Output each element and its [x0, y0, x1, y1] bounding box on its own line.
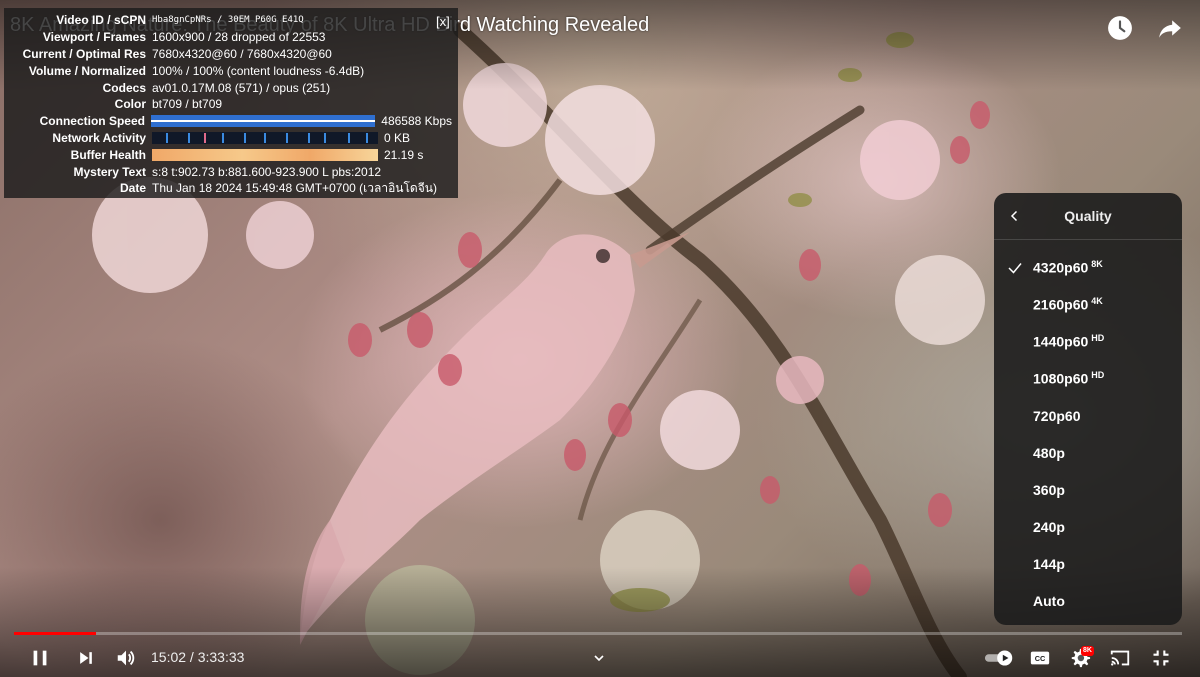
stat-value: Hba8gnCpNRs / 30EM P60G E41Q — [152, 15, 304, 26]
quality-option-4320p60[interactable]: 4320p60 8K — [994, 249, 1182, 286]
quality-option-240p[interactable]: 240p — [994, 508, 1182, 545]
svg-text:CC: CC — [1035, 654, 1046, 663]
next-button[interactable] — [72, 644, 100, 672]
stats-for-nerds-panel: [x] Video ID / sCPN Hba8gnCpNRs / 30EM P… — [4, 8, 458, 198]
clock-icon — [1108, 16, 1132, 40]
cast-icon — [1110, 650, 1130, 666]
stat-label: Current / Optimal Res — [22, 46, 146, 61]
settings-button[interactable]: 8K — [1066, 644, 1094, 672]
stat-row-resolution: Current / Optimal Res 7680x4320@60 / 768… — [10, 46, 452, 63]
stat-label: Date — [119, 181, 146, 196]
stat-value: 1600x900 / 28 dropped of 22553 — [152, 30, 326, 45]
chevron-left-icon[interactable] — [1006, 207, 1024, 225]
stat-value: s:8 t:902.73 b:881.600-923.900 L pbs:201… — [152, 164, 382, 179]
exit-fullscreen-icon — [1153, 650, 1169, 666]
quality-option-label: 2160p60 4K — [1033, 296, 1103, 313]
stat-value: av01.0.17M.08 (571) / opus (251) — [152, 80, 331, 95]
quality-option-label: 720p60 — [1033, 407, 1081, 424]
stat-value: 0 KB — [384, 130, 411, 145]
stat-label: Volume / Normalized — [28, 63, 146, 78]
quality-option-label: 360p — [1033, 481, 1065, 498]
time-display[interactable]: 15:02 / 3:33:33 — [151, 649, 244, 665]
quality-badge: 8K — [1091, 259, 1103, 270]
next-track-icon — [80, 652, 92, 664]
quality-option-144p[interactable]: 144p — [994, 545, 1182, 582]
stat-value: 100% / 100% (content loudness -6.4dB) — [152, 63, 365, 78]
stat-label: Mystery Text — [73, 164, 146, 179]
share-arrow-icon — [1159, 20, 1181, 38]
chevron-down-icon — [594, 655, 604, 662]
stat-value: 7680x4320@60 / 7680x4320@60 — [152, 46, 332, 61]
stat-value: bt709 / bt709 — [152, 97, 223, 112]
watch-later-button[interactable] — [1106, 14, 1134, 42]
quality-option-label: 240p — [1033, 518, 1065, 535]
stat-row-video-id: Video ID / sCPN Hba8gnCpNRs / 30EM P60G … — [10, 12, 452, 29]
quality-badge: HD — [1091, 333, 1105, 344]
stat-row-volume: Volume / Normalized 100% / 100% (content… — [10, 62, 452, 79]
stat-row-viewport: Viewport / Frames 1600x900 / 28 dropped … — [10, 29, 452, 46]
quality-option-label: 1440p60 HD — [1033, 333, 1105, 350]
volume-icon — [117, 650, 135, 666]
progress-bar[interactable] — [14, 632, 1182, 635]
stats-close-button[interactable]: [x] — [436, 14, 450, 29]
stat-value: 486588 Kbps — [381, 114, 452, 129]
quality-option-label: 4320p60 8K — [1033, 259, 1103, 276]
cc-icon: CC — [1030, 651, 1050, 665]
quality-option-label: 1080p60 HD — [1033, 370, 1105, 387]
stat-label: Viewport / Frames — [42, 30, 146, 45]
quality-menu-header[interactable]: Quality — [994, 193, 1182, 240]
stat-label: Codecs — [102, 80, 146, 95]
stat-label: Connection Speed — [39, 114, 145, 129]
stat-row-mystery-text: Mystery Text s:8 t:902.73 b:881.600-923.… — [10, 163, 452, 180]
share-button[interactable] — [1156, 14, 1184, 42]
quality-option-1080p60[interactable]: 1080p60 HD — [994, 360, 1182, 397]
progress-played — [14, 632, 96, 635]
stat-label: Network Activity — [52, 130, 146, 145]
stat-row-network-activity: Network Activity 0 KB — [10, 130, 452, 147]
stat-row-buffer-health: Buffer Health 21.19 s — [10, 146, 452, 163]
quality-option-1440p60[interactable]: 1440p60 HD — [994, 323, 1182, 360]
quality-option-label: 144p — [1033, 555, 1065, 572]
network-activity-graph — [152, 131, 378, 144]
stat-label: Color — [114, 97, 146, 112]
pause-icon — [33, 650, 47, 666]
quality-option-label: 480p — [1033, 444, 1065, 461]
stat-label: Buffer Health — [70, 147, 146, 162]
autoplay-toggle-icon — [984, 650, 1013, 666]
quality-badge: HD — [1091, 370, 1105, 381]
chapters-expand-button[interactable] — [585, 644, 613, 672]
stat-row-codecs: Codecs av01.0.17M.08 (571) / opus (251) — [10, 79, 452, 96]
subtitles-button[interactable]: CC — [1026, 644, 1054, 672]
quality-option-360p[interactable]: 360p — [994, 471, 1182, 508]
exit-fullscreen-button[interactable] — [1147, 644, 1175, 672]
quality-option-480p[interactable]: 480p — [994, 434, 1182, 471]
top-right-actions — [1106, 14, 1184, 42]
quality-option-auto[interactable]: Auto — [994, 582, 1182, 619]
stat-row-connection-speed: Connection Speed 486588 Kbps — [10, 113, 452, 130]
stat-label: Video ID / sCPN — [56, 13, 146, 28]
quality-option-label: Auto — [1033, 592, 1065, 609]
quality-menu: Quality 4320p60 8K 2160p60 4K 1440p60 HD 10… — [994, 193, 1182, 625]
player-controls: 15:02 / 3:33:33 CC 8K — [0, 640, 1200, 674]
volume-button[interactable] — [112, 644, 140, 672]
autoplay-toggle[interactable] — [984, 644, 1016, 672]
quality-option-720p60[interactable]: 720p60 — [994, 397, 1182, 434]
connection-speed-graph — [150, 115, 376, 128]
settings-quality-badge: 8K — [1081, 646, 1094, 656]
cast-button[interactable] — [1106, 644, 1134, 672]
quality-badge: 4K — [1091, 296, 1103, 307]
stat-row-color: Color bt709 / bt709 — [10, 96, 452, 113]
stat-row-date: Date Thu Jan 18 2024 15:49:48 GMT+0700 (… — [10, 180, 452, 197]
pause-button[interactable] — [26, 644, 54, 672]
checkmark-icon — [1008, 263, 1022, 274]
buffer-health-graph — [152, 148, 378, 161]
quality-option-2160p60[interactable]: 2160p60 4K — [994, 286, 1182, 323]
stat-value: 21.19 s — [384, 147, 424, 162]
stat-value: Thu Jan 18 2024 15:49:48 GMT+0700 (เวลาอ… — [152, 180, 437, 195]
